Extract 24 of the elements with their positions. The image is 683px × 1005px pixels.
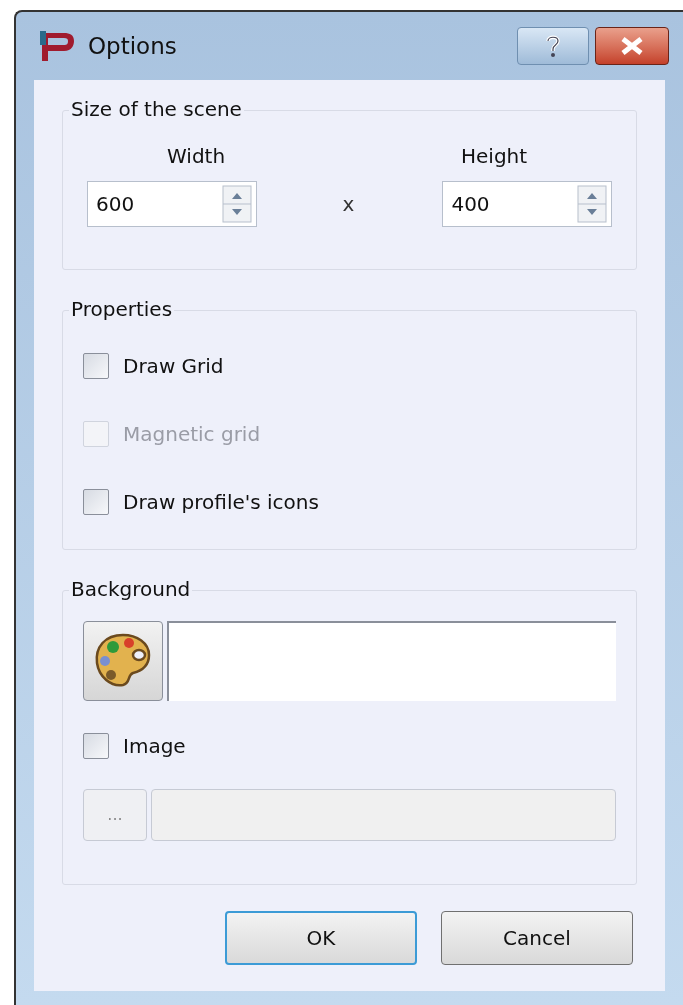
times-sign: x: [342, 191, 355, 218]
color-picker-button[interactable]: [83, 621, 163, 701]
checkbox-label: Image: [123, 733, 186, 760]
image-path-field[interactable]: [151, 789, 616, 841]
checkbox[interactable]: [83, 733, 109, 759]
height-label: Height: [461, 143, 528, 170]
height-spinbox[interactable]: 400: [442, 181, 612, 227]
spin-arrows-icon: [221, 185, 252, 223]
checkbox-label: Draw Grid: [123, 353, 224, 380]
help-icon: [545, 34, 561, 58]
checkbox-label: Magnetic grid: [123, 421, 261, 448]
help-button[interactable]: [517, 27, 589, 65]
checkbox-label: Draw profile's icons: [123, 489, 319, 516]
checkbox[interactable]: [83, 489, 109, 515]
spin-arrows-icon: [577, 185, 607, 223]
width-spinbox[interactable]: 600: [87, 181, 257, 227]
window-title: Options: [88, 31, 177, 61]
ok-button[interactable]: OK: [225, 911, 417, 965]
cancel-button[interactable]: Cancel: [441, 911, 633, 965]
checkbox[interactable]: [83, 353, 109, 379]
close-button[interactable]: [595, 27, 669, 65]
width-label: Width: [167, 143, 227, 170]
app-logo-icon: [38, 29, 76, 63]
close-icon: [619, 36, 645, 56]
